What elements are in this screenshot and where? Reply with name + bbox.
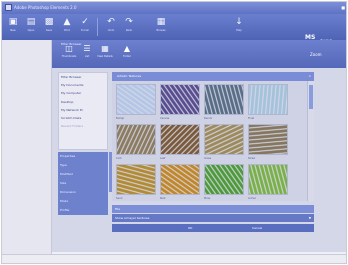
open-button[interactable]: ▤ Open (22, 16, 40, 38)
email-button[interactable]: ✓ E-mail (76, 16, 94, 38)
panel-zoom-label[interactable]: Zoom (310, 52, 322, 57)
thumbnail-caption: Straw (248, 157, 256, 160)
property-row[interactable]: Profile (58, 206, 108, 215)
grid-header: Artistic Textures × (112, 72, 314, 81)
scrollbar-thumb[interactable] (309, 85, 313, 109)
texture-thumbnail[interactable] (204, 124, 244, 155)
help-icon: ↓ (235, 17, 243, 27)
grid-scrollbar[interactable] (307, 81, 314, 201)
left-gutter (2, 40, 52, 263)
thumbnail-grid: Burlap Canvas Denim Frost Cork Leaf Grass Straw… (112, 81, 308, 201)
redo-button[interactable]: ↷ Redo (120, 16, 138, 38)
title-bar: Adobe Photoshop Elements 2.0 ■ (2, 2, 346, 14)
help-button[interactable]: ↓ Help (230, 16, 248, 38)
save-icon: ▩ (44, 17, 54, 27)
list-view-button[interactable]: ☰ List (78, 43, 96, 65)
property-row[interactable]: Properties (58, 152, 108, 161)
properties-panel: Properties Type Modified Size Dimension … (58, 152, 113, 220)
thumbnail-caption: Grass (204, 157, 212, 160)
ok-button[interactable]: OK (188, 224, 192, 232)
app-icon (5, 4, 12, 11)
toolbar-divider (97, 18, 98, 36)
view-icon: ▦ (101, 44, 109, 53)
texture-thumbnail[interactable] (116, 124, 156, 155)
texture-thumbnail[interactable] (160, 164, 200, 195)
texture-thumbnail[interactable] (116, 84, 156, 115)
nav-item[interactable]: My Documents (59, 81, 107, 89)
property-row[interactable]: Type (58, 161, 108, 170)
status-bar (2, 254, 346, 263)
dropdown-value: Show all layer textures (115, 216, 150, 220)
property-row[interactable]: Mode (58, 197, 108, 206)
thumbnail-view-button[interactable]: ◫ Thumbnails (60, 43, 78, 65)
property-row[interactable]: Dimension (58, 188, 108, 197)
layer-textures-dropdown[interactable]: Show all layer textures ▼ (112, 214, 314, 222)
browse-button[interactable]: ▦ Browse (152, 16, 170, 38)
print-button[interactable]: ▲ Print (58, 16, 76, 38)
grid-title: Artistic Textures (117, 74, 142, 78)
browse-icon: ▦ (156, 17, 166, 27)
main-toolbar: ▣ New ▤ Open ▩ Save ▲ Print ✓ E-mail ↶ Undo ↷ R… (2, 14, 346, 42)
nav-item[interactable]: Desktop (59, 98, 107, 106)
nav-item[interactable]: My Network Pl. (59, 106, 107, 114)
texture-thumbnail[interactable] (248, 84, 288, 115)
dialog-buttons: OK Cancel (112, 224, 314, 232)
nav-item[interactable]: Recent Folders (59, 122, 107, 130)
folder-button[interactable]: ▲ Folder (118, 43, 136, 65)
thumbnail-caption: Denim (204, 117, 213, 120)
nav-item[interactable]: My Computer (59, 89, 107, 97)
filter-options: File Show all layer textures ▼ OK Cancel (112, 205, 314, 235)
texture-thumbnail[interactable] (160, 124, 200, 155)
new-button[interactable]: ▣ New (4, 16, 22, 38)
property-row[interactable]: Size (58, 179, 108, 188)
panel-header: ◫ Thumbnails ☰ List ▦ View Details ▲ Folder (52, 40, 346, 68)
nav-item[interactable]: Filter Browser (59, 73, 107, 81)
undo-button[interactable]: ↶ Undo (102, 16, 120, 38)
file-row: File (112, 205, 314, 213)
open-icon: ▤ (26, 17, 36, 27)
texture-thumbnail[interactable] (116, 164, 156, 195)
texture-thumbnail[interactable] (160, 84, 200, 115)
details-view-button[interactable]: ▦ View Details (96, 43, 114, 65)
thumbnail-caption: Sand (116, 197, 123, 200)
email-icon: ✓ (81, 17, 89, 27)
thumbnail-caption: Rust (160, 197, 166, 200)
app-window: Adobe Photoshop Elements 2.0 ■ ▣ New ▤ Ope… (1, 1, 347, 264)
close-icon[interactable]: × (308, 72, 311, 81)
chevron-down-icon: ▼ (308, 216, 311, 220)
thumbnail-caption: Moss (204, 197, 211, 200)
texture-thumbnail[interactable] (248, 164, 288, 195)
print-icon: ▲ (63, 17, 71, 27)
texture-thumbnail[interactable] (204, 84, 244, 115)
redo-icon: ↷ (125, 17, 133, 27)
thumbnail-caption: Leaf (160, 157, 166, 160)
texture-thumbnail[interactable] (204, 164, 244, 195)
thumbnail-caption: Lichen (248, 197, 257, 200)
new-icon: ▣ (8, 17, 18, 27)
texture-thumbnail[interactable] (248, 124, 288, 155)
property-row[interactable]: Modified (58, 170, 108, 179)
thumbnail-caption: Frost (248, 117, 255, 120)
nav-item[interactable]: Scratch Disks (59, 114, 107, 122)
window-title: Adobe Photoshop Elements 2.0 (14, 5, 77, 10)
thumbnail-caption: Canvas (160, 117, 170, 120)
panel-title: Filter Browser (61, 42, 82, 46)
save-button[interactable]: ▩ Save (40, 16, 58, 38)
folder-nav: Filter Browser My Documents My Computer … (58, 72, 108, 150)
thumbnail-caption: Cork (116, 157, 122, 160)
undo-icon: ↶ (107, 17, 115, 27)
thumbnail-caption: Burlap (116, 117, 125, 120)
folder-icon: ▲ (123, 44, 131, 53)
window-controls-icon[interactable]: ■ (341, 5, 345, 10)
cancel-button[interactable]: Cancel (252, 224, 262, 232)
